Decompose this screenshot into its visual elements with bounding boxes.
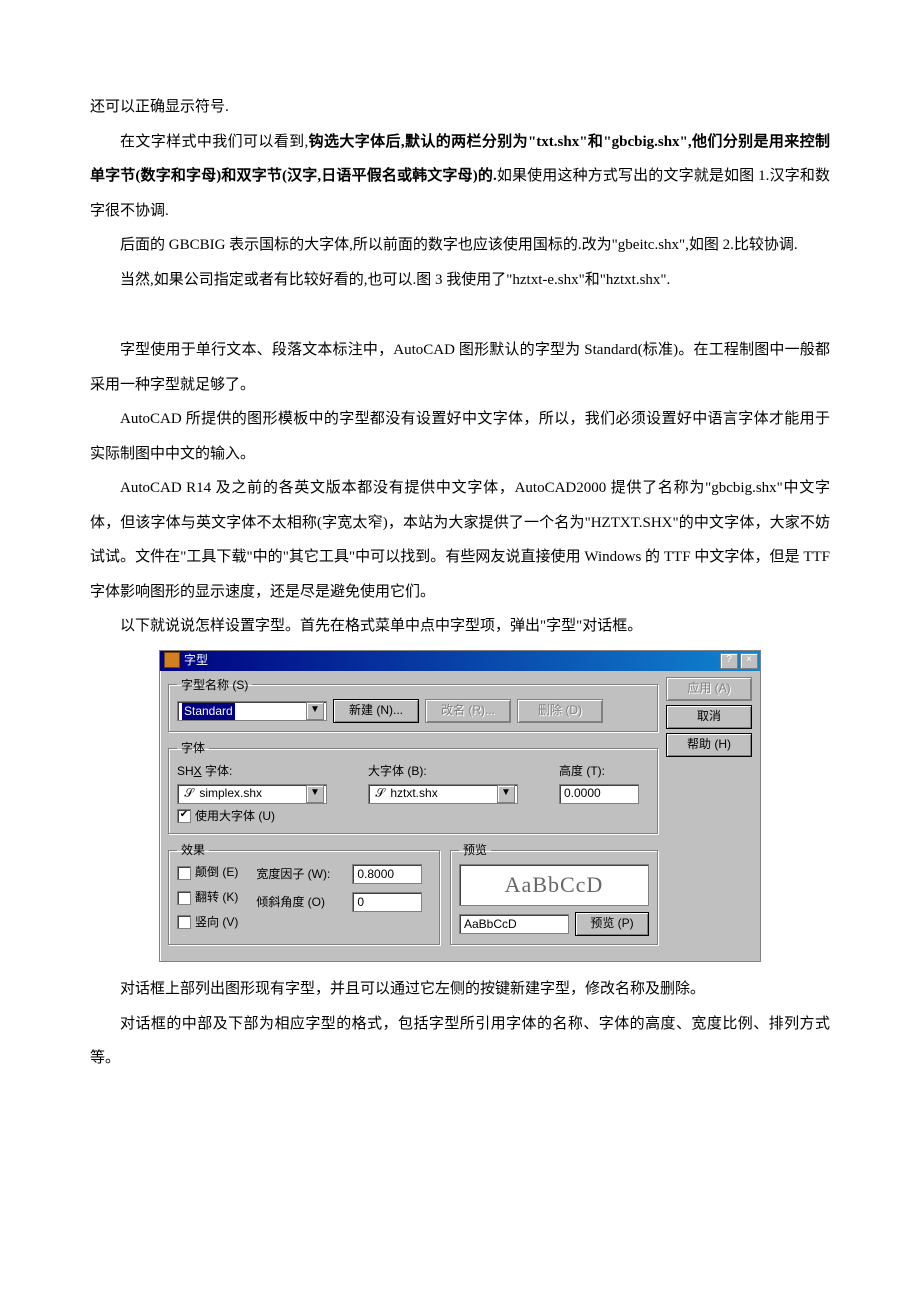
document-page: 还可以正确显示符号. 在文字样式中我们可以看到,钩选大字体后,默认的两栏分别为"…: [0, 0, 920, 1302]
combo-value: 𝒮 hztxt.shx: [373, 785, 438, 802]
group-effects: 效果 颠倒 (E) 翻转 (K): [168, 842, 440, 946]
app-icon: [164, 652, 180, 668]
shx-icon: 𝒮: [373, 785, 387, 802]
vertical-checkbox[interactable]: 竖向 (V): [177, 914, 238, 931]
help-button[interactable]: 帮助 (H): [666, 733, 752, 757]
paragraph: 在文字样式中我们可以看到,钩选大字体后,默认的两栏分别为"txt.shx"和"g…: [90, 125, 830, 229]
paragraph: 还可以正确显示符号.: [90, 90, 830, 125]
paragraph: 后面的 GBCBIG 表示国标的大字体,所以前面的数字也应该使用国标的.改为"g…: [90, 228, 830, 263]
big-font-label: 大字体 (B):: [368, 763, 545, 780]
group-legend: 预览: [459, 842, 491, 859]
input-value: 0: [357, 894, 364, 911]
shx-icon: 𝒮: [182, 785, 196, 802]
preview-button[interactable]: 预览 (P): [575, 912, 649, 936]
paragraph: AutoCAD 所提供的图形模板中的字型都没有设置好中文字体，所以，我们必须设置…: [90, 402, 830, 471]
cancel-button[interactable]: 取消: [666, 705, 752, 729]
chevron-down-icon[interactable]: ▼: [497, 785, 515, 803]
style-name-combo[interactable]: Standard ▼: [177, 701, 327, 721]
close-sysbutton[interactable]: ×: [740, 653, 758, 669]
use-big-font-checkbox[interactable]: ✔ 使用大字体 (U): [177, 808, 354, 825]
shx-font-label: SHX 字体:: [177, 763, 354, 780]
backwards-checkbox[interactable]: 翻转 (K): [177, 889, 238, 906]
group-legend: 字体: [177, 740, 209, 757]
delete-button[interactable]: 删除 (D): [517, 699, 603, 723]
checkbox-label: 竖向 (V): [195, 914, 238, 931]
input-value: 0.8000: [357, 866, 394, 883]
checkbox-label: 翻转 (K): [195, 889, 238, 906]
text-run: 在文字样式中我们可以看到,: [120, 134, 308, 150]
paragraph: 字型使用于单行文本、段落文本标注中，AutoCAD 图形默认的字型为 Stand…: [90, 333, 830, 402]
width-factor-input[interactable]: 0.8000: [352, 864, 422, 884]
new-button[interactable]: 新建 (N)...: [333, 699, 419, 723]
group-legend: 效果: [177, 842, 209, 859]
dialog-titlebar[interactable]: 字型 ? ×: [160, 651, 760, 671]
checkbox-label: 使用大字体 (U): [195, 808, 275, 825]
upside-down-checkbox[interactable]: 颠倒 (E): [177, 864, 238, 881]
rename-button[interactable]: 改名 (R)...: [425, 699, 511, 723]
height-input[interactable]: 0.0000: [559, 784, 639, 804]
checkbox-box: [177, 866, 191, 880]
preview-display: AaBbCcD: [459, 864, 649, 906]
combo-value: 𝒮 simplex.shx: [182, 785, 262, 802]
big-font-combo[interactable]: 𝒮 hztxt.shx ▼: [368, 784, 518, 804]
group-style-name: 字型名称 (S) Standard ▼ 新建 (N)... 改名 (R)... …: [168, 677, 658, 733]
combo-value: Standard: [182, 703, 235, 720]
height-label: 高度 (T):: [559, 763, 649, 780]
input-value: AaBbCcD: [464, 916, 517, 933]
oblique-angle-label: 倾斜角度 (O): [256, 894, 346, 911]
dialog-title: 字型: [184, 652, 208, 669]
input-value: 0.0000: [564, 785, 601, 802]
font-style-dialog: 字型 ? × 字型名称 (S) Standard ▼ 新建 (N)...: [159, 650, 761, 963]
group-preview: 预览 AaBbCcD AaBbCcD 预览 (P): [450, 842, 658, 946]
checkbox-box: [177, 891, 191, 905]
checkbox-box: [177, 915, 191, 929]
chevron-down-icon[interactable]: ▼: [306, 702, 324, 720]
checkbox-box: ✔: [177, 809, 191, 823]
chevron-down-icon[interactable]: ▼: [306, 785, 324, 803]
group-font: 字体 SHX 字体: 𝒮 simplex.shx ▼ ✔: [168, 740, 658, 833]
paragraph: 对话框上部列出图形现有字型，并且可以通过它左侧的按键新建字型，修改名称及删除。: [90, 972, 830, 1007]
group-legend: 字型名称 (S): [177, 677, 252, 694]
paragraph: 当然,如果公司指定或者有比较好看的,也可以.图 3 我使用了"hztxt-e.s…: [90, 263, 830, 298]
checkbox-label: 颠倒 (E): [195, 864, 238, 881]
help-sysbutton[interactable]: ?: [720, 653, 738, 669]
apply-button[interactable]: 应用 (A): [666, 677, 752, 701]
oblique-angle-input[interactable]: 0: [352, 892, 422, 912]
paragraph: AutoCAD R14 及之前的各英文版本都没有提供中文字体，AutoCAD20…: [90, 471, 830, 609]
shx-font-combo[interactable]: 𝒮 simplex.shx ▼: [177, 784, 327, 804]
paragraph: 以下就说说怎样设置字型。首先在格式菜单中点中字型项，弹出"字型"对话框。: [90, 609, 830, 644]
paragraph: 对话框的中部及下部为相应字型的格式，包括字型所引用字体的名称、字体的高度、宽度比…: [90, 1007, 830, 1076]
preview-input[interactable]: AaBbCcD: [459, 914, 569, 934]
width-factor-label: 宽度因子 (W):: [256, 866, 346, 883]
